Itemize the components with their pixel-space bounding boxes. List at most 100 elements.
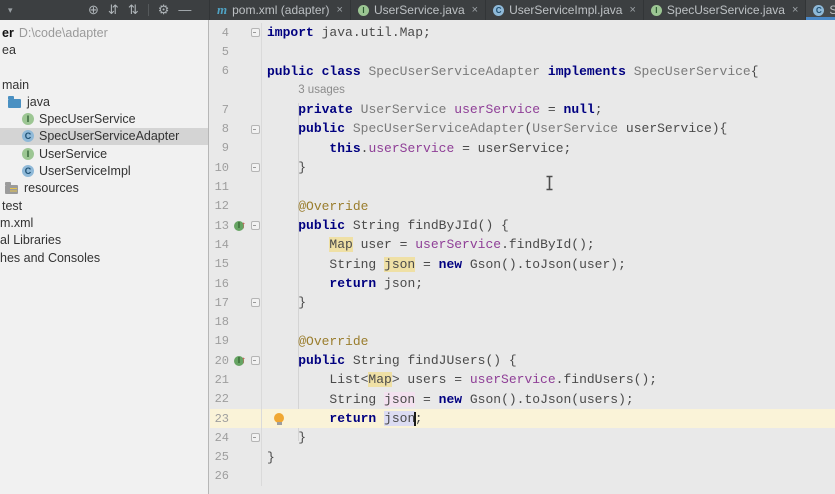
code-line[interactable]: 26 — [210, 467, 835, 486]
line-number[interactable]: 25 — [210, 450, 234, 464]
tree-item-er[interactable]: erD:\code\adapter — [0, 24, 208, 41]
line-number[interactable]: 14 — [210, 238, 234, 252]
fold-marker-icon[interactable] — [251, 163, 260, 172]
expand-all-icon[interactable]: ⇵ — [108, 0, 119, 20]
line-number[interactable]: 20 — [210, 354, 234, 368]
line-number[interactable]: 5 — [210, 45, 234, 59]
tab-close-icon[interactable]: × — [629, 4, 635, 16]
code-text: } — [262, 448, 275, 467]
code-line[interactable]: 17 } — [210, 293, 835, 312]
settings-gear-icon[interactable]: ⚙ — [158, 0, 170, 20]
code-line[interactable]: 7 private UserService userService = null… — [210, 100, 835, 119]
editor-tab[interactable]: CUserServiceImpl.java× — [486, 0, 644, 20]
tree-item-label: al Libraries — [0, 233, 61, 247]
code-line[interactable]: 9 this.userService = userService; — [210, 139, 835, 158]
inlay-hint-row[interactable]: 3 usages — [210, 81, 835, 100]
fold-marker-icon[interactable] — [251, 356, 260, 365]
editor-tab[interactable]: CSpecUserService — [806, 0, 835, 20]
code-line[interactable]: 5 — [210, 42, 835, 61]
line-number[interactable]: 26 — [210, 469, 234, 483]
code-line[interactable]: 25} — [210, 448, 835, 467]
editor-tab[interactable]: mpom.xml (adapter)× — [210, 0, 351, 20]
project-toolbar-icons: ⊕ ⇵ ⇅ ⚙ — — [88, 0, 191, 20]
tree-item-m-xml[interactable]: m.xml — [0, 214, 208, 231]
line-number[interactable]: 11 — [210, 180, 234, 194]
code-line[interactable]: 12 @Override — [210, 197, 835, 216]
code-line[interactable]: 13I↑ public String findByJId() { — [210, 216, 835, 235]
line-number[interactable]: 23 — [210, 412, 234, 426]
line-number[interactable]: 22 — [210, 392, 234, 406]
line-number[interactable]: 13 — [210, 219, 234, 233]
tree-item-ea[interactable]: ea — [0, 41, 208, 58]
usages-inlay-hint[interactable]: 3 usages — [298, 84, 345, 96]
code-text: String json = new Gson().toJson(user); — [262, 255, 626, 274]
tree-item-resources[interactable]: resources — [0, 180, 208, 197]
code-text: this.userService = userService; — [262, 139, 571, 158]
code-editor[interactable]: 4import java.util.Map; 5 6 public class Spe… — [210, 20, 835, 494]
line-number[interactable]: 24 — [210, 431, 234, 445]
locate-icon[interactable]: ⊕ — [88, 0, 99, 20]
code-line[interactable]: 14 Map user = userService.findById(); — [210, 235, 835, 254]
code-line[interactable]: 20I↑ public String findJUsers() { — [210, 351, 835, 370]
line-number[interactable]: 6 — [210, 64, 234, 78]
tree-item-test[interactable]: test — [0, 197, 208, 214]
override-marker-icon[interactable]: I↑ — [234, 356, 246, 366]
line-number[interactable]: 18 — [210, 315, 234, 329]
tree-item-al-libraries[interactable]: al Libraries — [0, 232, 208, 249]
gutter: 22 — [210, 390, 262, 409]
line-number[interactable]: 15 — [210, 257, 234, 271]
code-line[interactable]: 4import java.util.Map; — [210, 23, 835, 42]
tab-bar: mpom.xml (adapter)×IUserService.java×CUs… — [210, 0, 835, 20]
tab-close-icon[interactable]: × — [792, 4, 798, 16]
code-line[interactable]: 16 return json; — [210, 274, 835, 293]
tree-item-label: SpecUserServiceAdapter — [39, 129, 179, 143]
collapse-all-icon[interactable]: ⇅ — [128, 0, 139, 20]
project-dropdown-arrow-icon[interactable]: ▾ — [8, 5, 13, 16]
line-number[interactable]: 4 — [210, 26, 234, 40]
editor-tab[interactable]: IUserService.java× — [351, 0, 486, 20]
project-root-path: D:\code\adapter — [19, 26, 108, 40]
code-text: public class SpecUserServiceAdapter impl… — [262, 62, 759, 81]
tree-item-java[interactable]: java — [0, 93, 208, 110]
tree-item-specuserserviceadapter[interactable]: CSpecUserServiceAdapter — [0, 128, 208, 145]
fold-marker-icon[interactable] — [251, 433, 260, 442]
fold-marker-icon[interactable] — [251, 298, 260, 307]
tree-item-userservice[interactable]: IUserService — [0, 145, 208, 162]
line-number[interactable]: 7 — [210, 103, 234, 117]
line-number[interactable]: 8 — [210, 122, 234, 136]
line-number[interactable]: 12 — [210, 199, 234, 213]
line-number[interactable]: 9 — [210, 141, 234, 155]
line-number[interactable]: 21 — [210, 373, 234, 387]
editor-tab[interactable]: ISpecUserService.java× — [644, 0, 807, 20]
line-number[interactable]: 17 — [210, 296, 234, 310]
code-line[interactable]: 8 public SpecUserServiceAdapter(UserServ… — [210, 119, 835, 138]
code-line[interactable]: 24 } — [210, 428, 835, 447]
tree-item-hes-and-consoles[interactable]: hes and Consoles — [0, 249, 208, 266]
tab-close-icon[interactable]: × — [337, 4, 343, 16]
line-number[interactable]: 10 — [210, 161, 234, 175]
code-line[interactable]: 21 List<Map> users = userService.findUse… — [210, 370, 835, 389]
fold-slot — [249, 28, 261, 37]
hide-panel-icon[interactable]: — — [178, 0, 191, 20]
line-number[interactable]: 19 — [210, 334, 234, 348]
code-line[interactable]: 22 String json = new Gson().toJson(users… — [210, 390, 835, 409]
code-line[interactable]: 15 String json = new Gson().toJson(user)… — [210, 255, 835, 274]
code-line[interactable]: 19 @Override — [210, 332, 835, 351]
tree-item-userserviceimpl[interactable]: CUserServiceImpl — [0, 162, 208, 179]
fold-slot — [249, 221, 261, 230]
intention-lightbulb-icon[interactable] — [274, 413, 284, 423]
fold-marker-icon[interactable] — [251, 28, 260, 37]
fold-marker-icon[interactable] — [251, 221, 260, 230]
gutter: 8 — [210, 119, 262, 138]
tree-item-main[interactable]: main — [0, 76, 208, 93]
fold-marker-icon[interactable] — [251, 125, 260, 134]
tree-item-specuserservice[interactable]: ISpecUserService — [0, 110, 208, 127]
code-line[interactable]: 6 public class SpecUserServiceAdapter imp… — [210, 62, 835, 81]
line-number[interactable]: 16 — [210, 277, 234, 291]
code-line[interactable]: 23 return json; — [210, 409, 835, 428]
code-line[interactable]: 10 } — [210, 158, 835, 177]
tab-close-icon[interactable]: × — [472, 4, 478, 16]
override-marker-icon[interactable]: I↑ — [234, 221, 246, 231]
code-line[interactable]: 11 — [210, 177, 835, 196]
code-line[interactable]: 18 — [210, 312, 835, 331]
